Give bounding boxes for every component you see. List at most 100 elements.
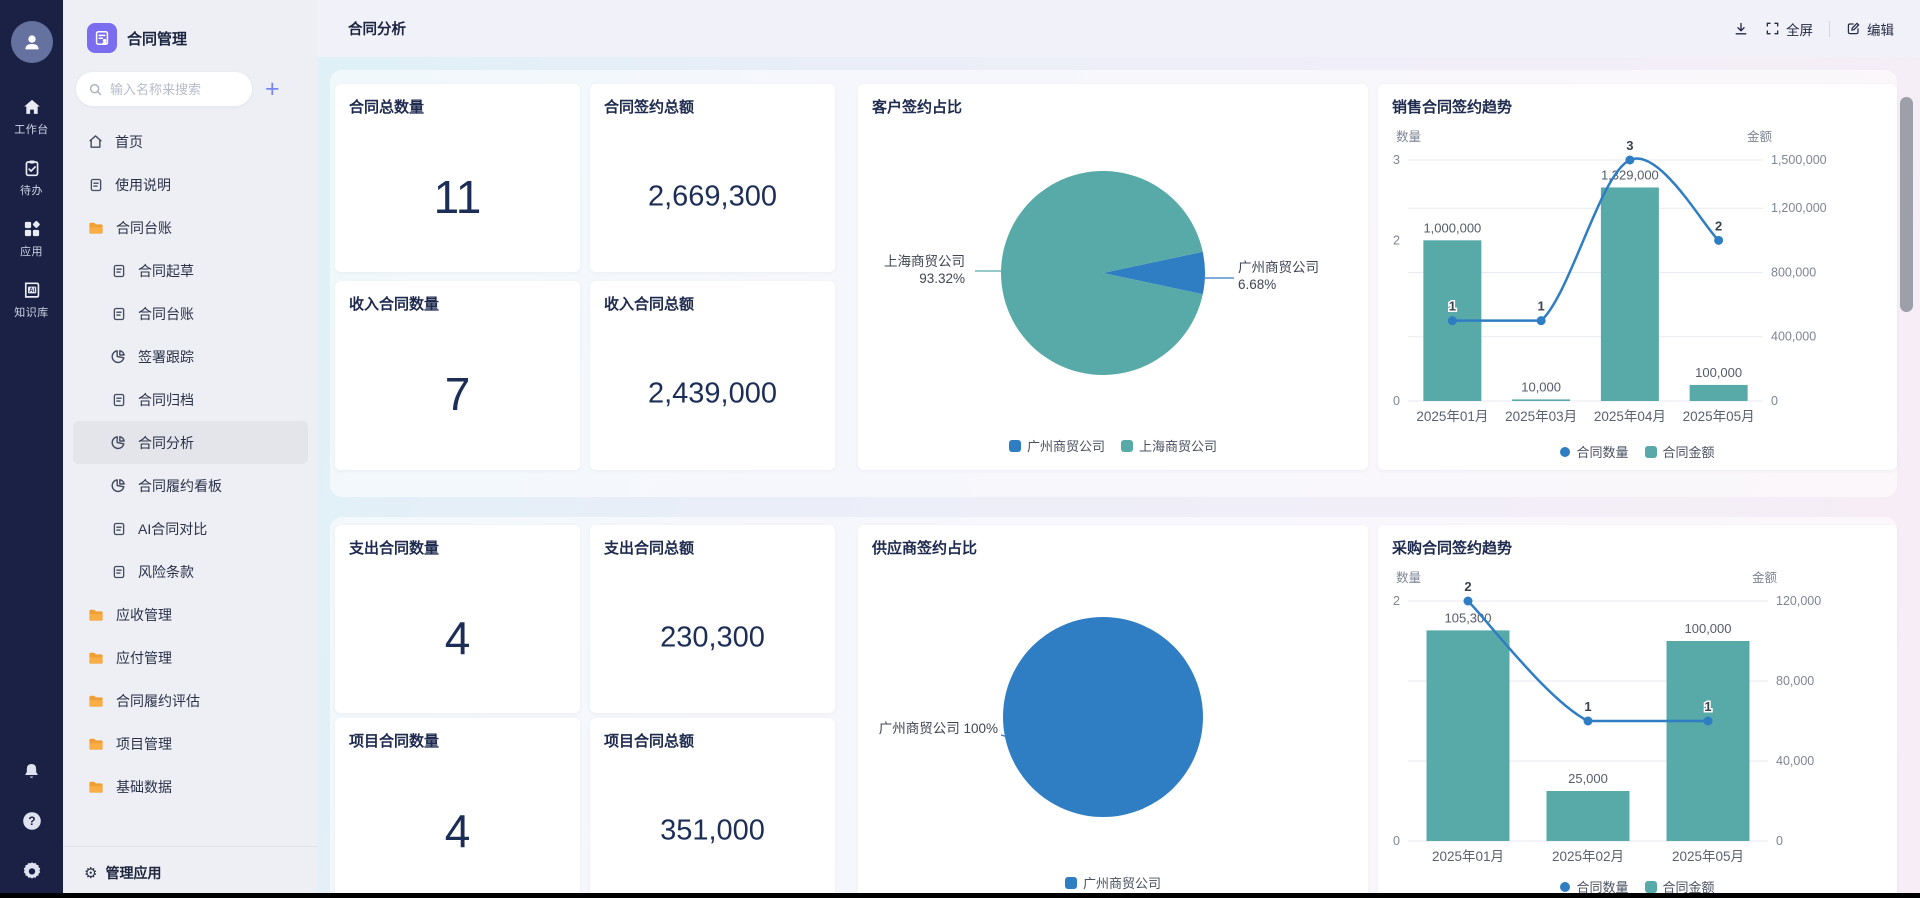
folder-icon: [87, 219, 105, 237]
svg-text:金额: 金额: [1752, 570, 1778, 585]
search-field[interactable]: [110, 82, 240, 97]
header-actions: 全屏 编辑: [1733, 19, 1894, 39]
sidebar-menu: 首页使用说明合同台账合同起草合同台账签署跟踪合同归档合同分析合同履约看板AI合同…: [63, 112, 318, 846]
svg-text:广州商贸公司 100%: 广州商贸公司 100%: [879, 721, 998, 736]
svg-text:1: 1: [1704, 699, 1711, 714]
rail-item-workbench[interactable]: 工作台: [14, 97, 49, 137]
legend-marker-icon: [1560, 447, 1570, 457]
svg-text:2025年02月: 2025年02月: [1552, 849, 1624, 864]
rail-item-apps[interactable]: 应用: [20, 219, 43, 259]
svg-text:2025年01月: 2025年01月: [1432, 849, 1504, 864]
search-input[interactable]: [76, 72, 252, 106]
kpi-card-project-amount: 项目合同总额 351,000: [590, 718, 835, 898]
kpi-card-expense-count: 支出合同数量 4: [335, 525, 580, 713]
rail-item-knowledge[interactable]: AI 知识库: [14, 280, 49, 320]
svg-text:金额: 金额: [1747, 129, 1773, 144]
svg-text:25,000: 25,000: [1568, 771, 1608, 786]
sidebar-item-7[interactable]: 合同分析: [73, 421, 308, 464]
kpi-card-total-count: 合同总数量 11: [335, 84, 580, 272]
sidebar-item-2[interactable]: 合同台账: [63, 206, 318, 249]
sidebar-item-12[interactable]: 应付管理: [63, 636, 318, 679]
legend-item[interactable]: 合同数量: [1560, 442, 1628, 461]
svg-text:3: 3: [1626, 138, 1633, 153]
rail-item-todo[interactable]: 待办: [20, 158, 43, 198]
svg-text:10,000: 10,000: [1521, 379, 1561, 394]
settings-icon[interactable]: [21, 860, 43, 882]
svg-text:1: 1: [1584, 699, 1591, 714]
doc-icon: [110, 564, 127, 580]
edit-button[interactable]: 编辑: [1846, 19, 1894, 39]
sidebar-item-0[interactable]: 首页: [63, 120, 318, 163]
add-button[interactable]: +: [261, 77, 284, 102]
legend-item[interactable]: 上海商贸公司: [1121, 436, 1217, 455]
help-icon[interactable]: ?: [21, 810, 43, 832]
sidebar-item-14[interactable]: 项目管理: [63, 722, 318, 765]
svg-text:40,000: 40,000: [1776, 754, 1814, 768]
sidebar-item-1[interactable]: 使用说明: [63, 163, 318, 206]
legend-label: 广州商贸公司: [1083, 873, 1161, 892]
legend-item[interactable]: 广州商贸公司: [1009, 436, 1105, 455]
folder-icon: [87, 778, 105, 796]
manage-app-button[interactable]: ⚙ 管理应用: [63, 846, 318, 898]
svg-text:1,200,000: 1,200,000: [1771, 201, 1827, 215]
kpi-value: 4: [335, 804, 580, 858]
kpi-value: 4: [335, 611, 580, 665]
kpi-value: 230,300: [590, 621, 835, 654]
trend-chart-sales: 销售合同签约趋势0400,000800,0001,200,0001,500,00…: [1378, 84, 1897, 470]
svg-text:1,500,000: 1,500,000: [1771, 153, 1827, 167]
sidebar-item-3[interactable]: 合同起草: [63, 249, 318, 292]
pie-chart-customer-share: 客户签约占比广州商贸公司6.68%上海商贸公司93.32%广州商贸公司上海商贸公…: [858, 84, 1368, 470]
sidebar-item-label: 合同履约评估: [116, 691, 200, 711]
rail-item-label: 知识库: [14, 304, 49, 320]
folder-icon: [87, 692, 105, 710]
legend-item[interactable]: 广州商贸公司: [1065, 873, 1161, 892]
vertical-scrollbar-thumb[interactable]: [1900, 97, 1913, 312]
svg-text:0: 0: [1771, 394, 1778, 408]
sidebar-item-label: 合同分析: [138, 433, 194, 453]
sidebar-item-10[interactable]: 风险条款: [63, 550, 318, 593]
rail-item-label: 工作台: [14, 121, 49, 137]
svg-text:2: 2: [1393, 233, 1400, 247]
doc-icon: [110, 521, 127, 537]
sidebar-item-13[interactable]: 合同履约评估: [63, 679, 318, 722]
sidebar-item-5[interactable]: 签署跟踪: [63, 335, 318, 378]
legend-item[interactable]: 合同金额: [1645, 442, 1715, 461]
svg-text:100,000: 100,000: [1685, 621, 1732, 636]
kpi-title: 合同签约总额: [604, 96, 694, 117]
sidebar-item-label: 使用说明: [115, 175, 171, 195]
download-button[interactable]: [1733, 21, 1749, 37]
svg-text:2: 2: [1715, 218, 1722, 233]
dashboard-canvas: 合同总数量 11 合同签约总额 2,669,300 收入合同数量 7 收入合同总…: [318, 57, 1920, 898]
sidebar: 合同管理 + 首页使用说明合同台账合同起草合同台账签署跟踪合同归档合同分析合同履…: [63, 0, 318, 898]
svg-text:3: 3: [1393, 153, 1400, 167]
trend-chart-purchase: 采购合同签约趋势040,00080,000120,00002数量金额2025年0…: [1378, 525, 1897, 898]
sidebar-item-11[interactable]: 应收管理: [63, 593, 318, 636]
sidebar-item-label: 首页: [115, 132, 143, 152]
legend-label: 合同数量: [1576, 442, 1628, 461]
sidebar-item-9[interactable]: AI合同对比: [63, 507, 318, 550]
kpi-value: 2,439,000: [590, 378, 835, 411]
svg-text:6.68%: 6.68%: [1238, 277, 1276, 292]
sidebar-item-8[interactable]: 合同履约看板: [63, 464, 318, 507]
sidebar-item-6[interactable]: 合同归档: [63, 378, 318, 421]
pie-icon: [110, 348, 127, 365]
sidebar-item-4[interactable]: 合同台账: [63, 292, 318, 335]
svg-text:2025年05月: 2025年05月: [1672, 849, 1744, 864]
kpi-value: 2,669,300: [590, 180, 835, 213]
manage-app-label: 管理应用: [105, 863, 161, 883]
fullscreen-button[interactable]: 全屏: [1765, 19, 1813, 39]
folder-icon: [87, 735, 105, 753]
search-icon: [88, 82, 103, 97]
bell-icon[interactable]: [21, 761, 42, 782]
svg-text:120,000: 120,000: [1776, 594, 1821, 608]
app-header: 合同管理: [63, 0, 318, 56]
knowledge-icon: AI: [22, 280, 42, 300]
rail-nav: 工作台 待办: [14, 97, 49, 320]
sidebar-item-15[interactable]: 基础数据: [63, 765, 318, 808]
page-title: 合同分析: [348, 18, 406, 39]
apps-icon: [22, 219, 42, 239]
sidebar-item-label: 应付管理: [116, 648, 172, 668]
svg-text:2: 2: [1393, 594, 1400, 608]
svg-text:数量: 数量: [1396, 570, 1421, 585]
avatar[interactable]: [11, 21, 53, 63]
